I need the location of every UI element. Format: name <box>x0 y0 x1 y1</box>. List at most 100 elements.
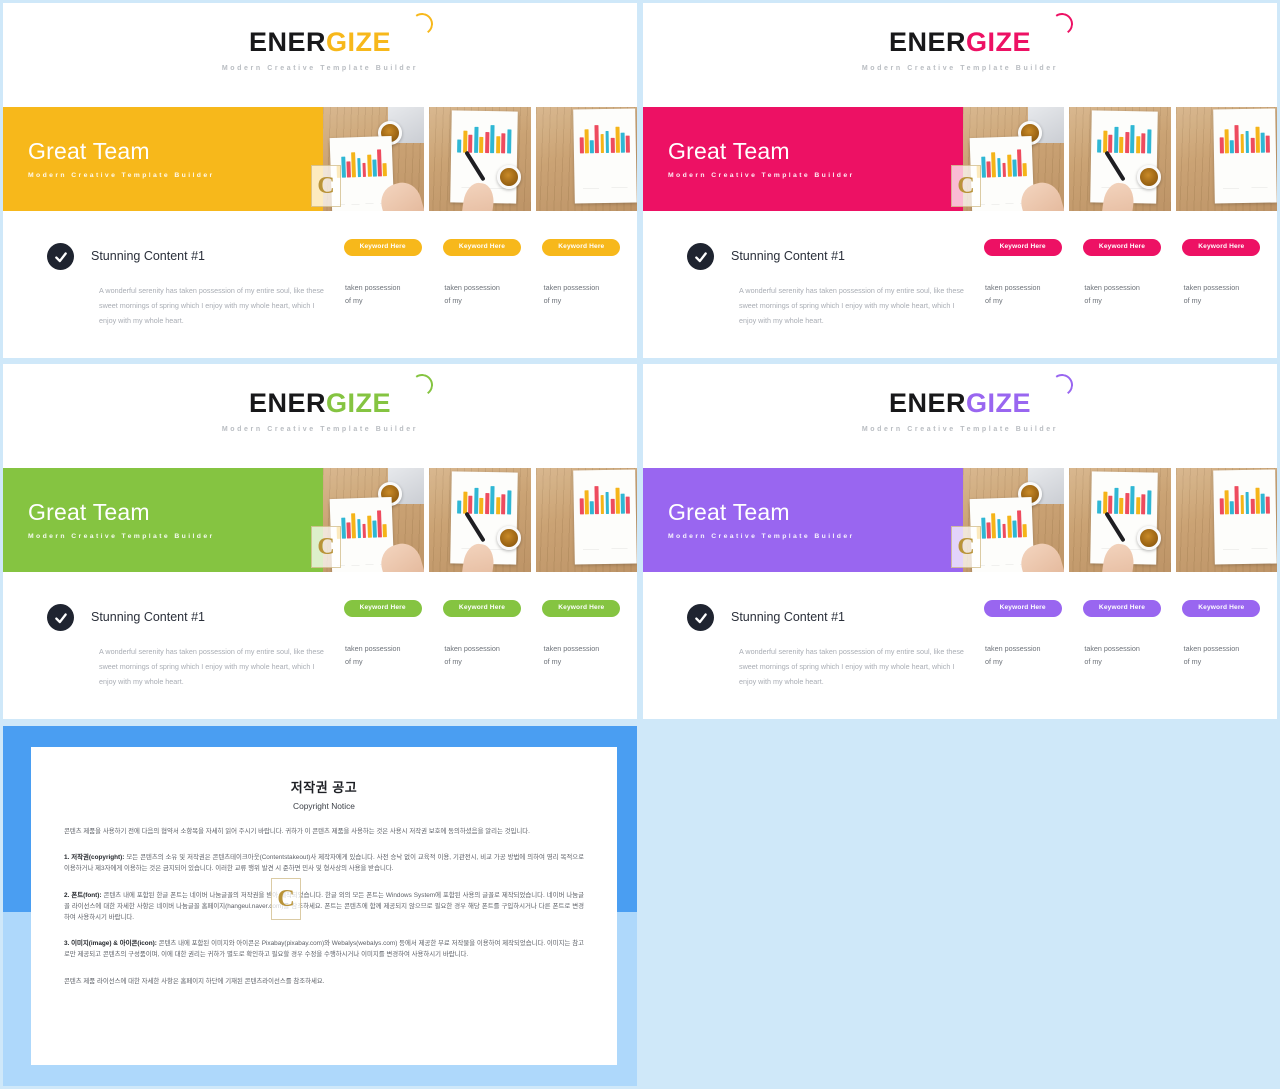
content-heading: Stunning Content #1 <box>91 610 205 624</box>
copyright-section-2-text: 콘텐츠 내에 포함된 한글 폰트는 네이버 나눔글꼴의 저작권을 받아 제작되었… <box>64 891 584 922</box>
logo-text-primary: ENER <box>248 388 326 418</box>
photo-hand-writing <box>429 468 531 572</box>
brand-logo: ENERGIZE <box>248 372 435 418</box>
content-left-block: Stunning Content #1 A wonderful serenity… <box>643 235 973 358</box>
photo-chart-paper <box>1175 468 1277 572</box>
banner-subtitle: Modern Creative Template Builder <box>668 171 855 179</box>
brand-logo: ENERGIZE <box>888 11 1075 57</box>
logo-text-accent: GIZE <box>326 388 392 418</box>
keyword-pill-3[interactable]: Keyword Here <box>542 239 621 256</box>
content-left-block: Stunning Content #1 A wonderful serenity… <box>3 235 333 358</box>
banner-subtitle: Modern Creative Template Builder <box>28 171 215 179</box>
brand-logo: ENERGIZE <box>248 11 435 57</box>
check-circle-icon <box>47 604 74 631</box>
slide-card-pink[interactable]: ENERGIZE Modern Creative Template Builde… <box>643 3 1277 358</box>
keyword-column: Keyword Here taken possession of my <box>1072 235 1171 358</box>
slide-content-row: Stunning Content #1 A wonderful serenity… <box>3 572 637 719</box>
content-left-block: Stunning Content #1 A wonderful serenity… <box>643 596 973 719</box>
banner-title-block: Great Team Modern Creative Template Buil… <box>643 468 963 572</box>
logo-text-accent: GIZE <box>966 388 1032 418</box>
brand-tagline: Modern Creative Template Builder <box>861 426 1059 433</box>
keyword-column-text-1: taken possession of my <box>973 642 1072 669</box>
keyword-text-line1: taken possession <box>985 282 1041 292</box>
logo-wrap: ENERGIZE Modern Creative Template Builde… <box>643 372 1277 433</box>
keyword-pill-1[interactable]: Keyword Here <box>343 239 422 256</box>
slide-header: ENERGIZE Modern Creative Template Builde… <box>3 3 637 107</box>
keyword-text-line2: of my <box>543 296 562 306</box>
keyword-pill-1[interactable]: Keyword Here <box>983 600 1062 617</box>
keyword-column-text-2: taken possession of my <box>1072 642 1171 669</box>
keyword-column: Keyword Here taken possession of my <box>532 235 631 358</box>
content-body-text: A wonderful serenity has taken possessio… <box>99 647 324 686</box>
banner-photo-strip <box>963 468 1277 572</box>
keyword-column: Keyword Here taken possession of my <box>1072 596 1171 719</box>
banner-title-block: Great Team Modern Creative Template Buil… <box>643 107 963 211</box>
keyword-pill-3[interactable]: Keyword Here <box>1182 239 1261 256</box>
banner-band: Great Team Modern Creative Template Buil… <box>643 107 1277 211</box>
photo-hand-writing <box>429 107 531 211</box>
keyword-column-text-1: taken possession of my <box>333 281 432 308</box>
banner-title: Great Team <box>668 138 790 165</box>
content-body-text: A wonderful serenity has taken possessio… <box>99 286 324 325</box>
logo-wrap: ENERGIZE Modern Creative Template Builde… <box>3 372 637 433</box>
watermark-logo: C <box>271 878 301 920</box>
keyword-pill-3[interactable]: Keyword Here <box>1182 600 1261 617</box>
banner-subtitle: Modern Creative Template Builder <box>668 532 855 540</box>
arc-swoosh-icon <box>1049 372 1075 398</box>
keyword-text-line2: of my <box>1183 657 1202 667</box>
logo-text-accent: GIZE <box>966 27 1032 57</box>
banner-band: Great Team Modern Creative Template Buil… <box>643 468 1277 572</box>
banner-band: Great Team Modern Creative Template Buil… <box>3 468 637 572</box>
keyword-column-text-3: taken possession of my <box>1172 642 1271 669</box>
banner-band: Great Team Modern Creative Template Buil… <box>3 107 637 211</box>
keyword-column: Keyword Here taken possession of my <box>333 596 432 719</box>
photo-hand-writing <box>1069 107 1171 211</box>
check-circle-icon <box>47 243 74 270</box>
copyright-section-1-text: 모든 콘텐츠의 소유 및 저작권은 콘텐츠테이크아웃(Contentstakeo… <box>64 854 584 873</box>
slide-card-yellow[interactable]: ENERGIZE Modern Creative Template Builde… <box>3 3 637 358</box>
keyword-columns: Keyword Here taken possession of my Keyw… <box>333 596 637 719</box>
logo-text-primary: ENER <box>888 388 966 418</box>
banner-title-block: Great Team Modern Creative Template Buil… <box>3 468 323 572</box>
keyword-column: Keyword Here taken possession of my <box>1172 596 1271 719</box>
arc-swoosh-icon <box>409 11 435 37</box>
keyword-text-line2: of my <box>1084 657 1102 667</box>
logo-text-primary: ENER <box>248 27 326 57</box>
keyword-pill-2[interactable]: Keyword Here <box>442 239 521 256</box>
copyright-intro: 콘텐츠 제품을 사용하기 전에 다음의 협약서 소항목을 자세히 읽어 주시기 … <box>64 828 530 835</box>
keyword-text-line2: of my <box>985 296 1003 306</box>
slide-card-green[interactable]: ENERGIZE Modern Creative Template Builde… <box>3 364 637 719</box>
keyword-text-line2: of my <box>345 296 363 306</box>
keyword-column: Keyword Here taken possession of my <box>432 235 531 358</box>
brand-logo: ENERGIZE <box>888 372 1075 418</box>
keyword-pill-2[interactable]: Keyword Here <box>1082 600 1161 617</box>
logo-text-accent: GIZE <box>326 27 392 57</box>
keyword-column-text-2: taken possession of my <box>1072 281 1171 308</box>
keyword-text-line2: of my <box>1183 296 1202 306</box>
keyword-text-line2: of my <box>345 657 363 667</box>
banner-title: Great Team <box>28 138 150 165</box>
logo-wrap: ENERGIZE Modern Creative Template Builde… <box>3 11 637 72</box>
copyright-section-2-label: 2. 폰트(font): <box>64 891 102 899</box>
keyword-pill-1[interactable]: Keyword Here <box>983 239 1062 256</box>
content-heading: Stunning Content #1 <box>91 249 205 263</box>
keyword-text-line1: taken possession <box>1084 643 1140 653</box>
slide-content-row: Stunning Content #1 A wonderful serenity… <box>643 211 1277 358</box>
keyword-text-line2: of my <box>985 657 1003 667</box>
copyright-title: 저작권 공고 <box>290 780 358 795</box>
arc-swoosh-icon <box>1049 11 1075 37</box>
arc-swoosh-icon <box>409 372 435 398</box>
brand-tagline: Modern Creative Template Builder <box>221 426 419 433</box>
keyword-pill-3[interactable]: Keyword Here <box>542 600 621 617</box>
keyword-pill-2[interactable]: Keyword Here <box>1082 239 1161 256</box>
logo-text-primary: ENER <box>888 27 966 57</box>
content-heading: Stunning Content #1 <box>731 249 845 263</box>
slide-card-purple[interactable]: ENERGIZE Modern Creative Template Builde… <box>643 364 1277 719</box>
keyword-column-text-3: taken possession of my <box>1172 281 1271 308</box>
keyword-text-line1: taken possession <box>345 282 401 292</box>
photo-hand-writing <box>1069 468 1171 572</box>
slide-card-copyright[interactable]: 저작권 공고 Copyright Notice 콘텐츠 제품을 사용하기 전에 … <box>3 726 637 1086</box>
keyword-pill-2[interactable]: Keyword Here <box>442 600 521 617</box>
keyword-pill-1[interactable]: Keyword Here <box>343 600 422 617</box>
check-circle-icon <box>687 604 714 631</box>
